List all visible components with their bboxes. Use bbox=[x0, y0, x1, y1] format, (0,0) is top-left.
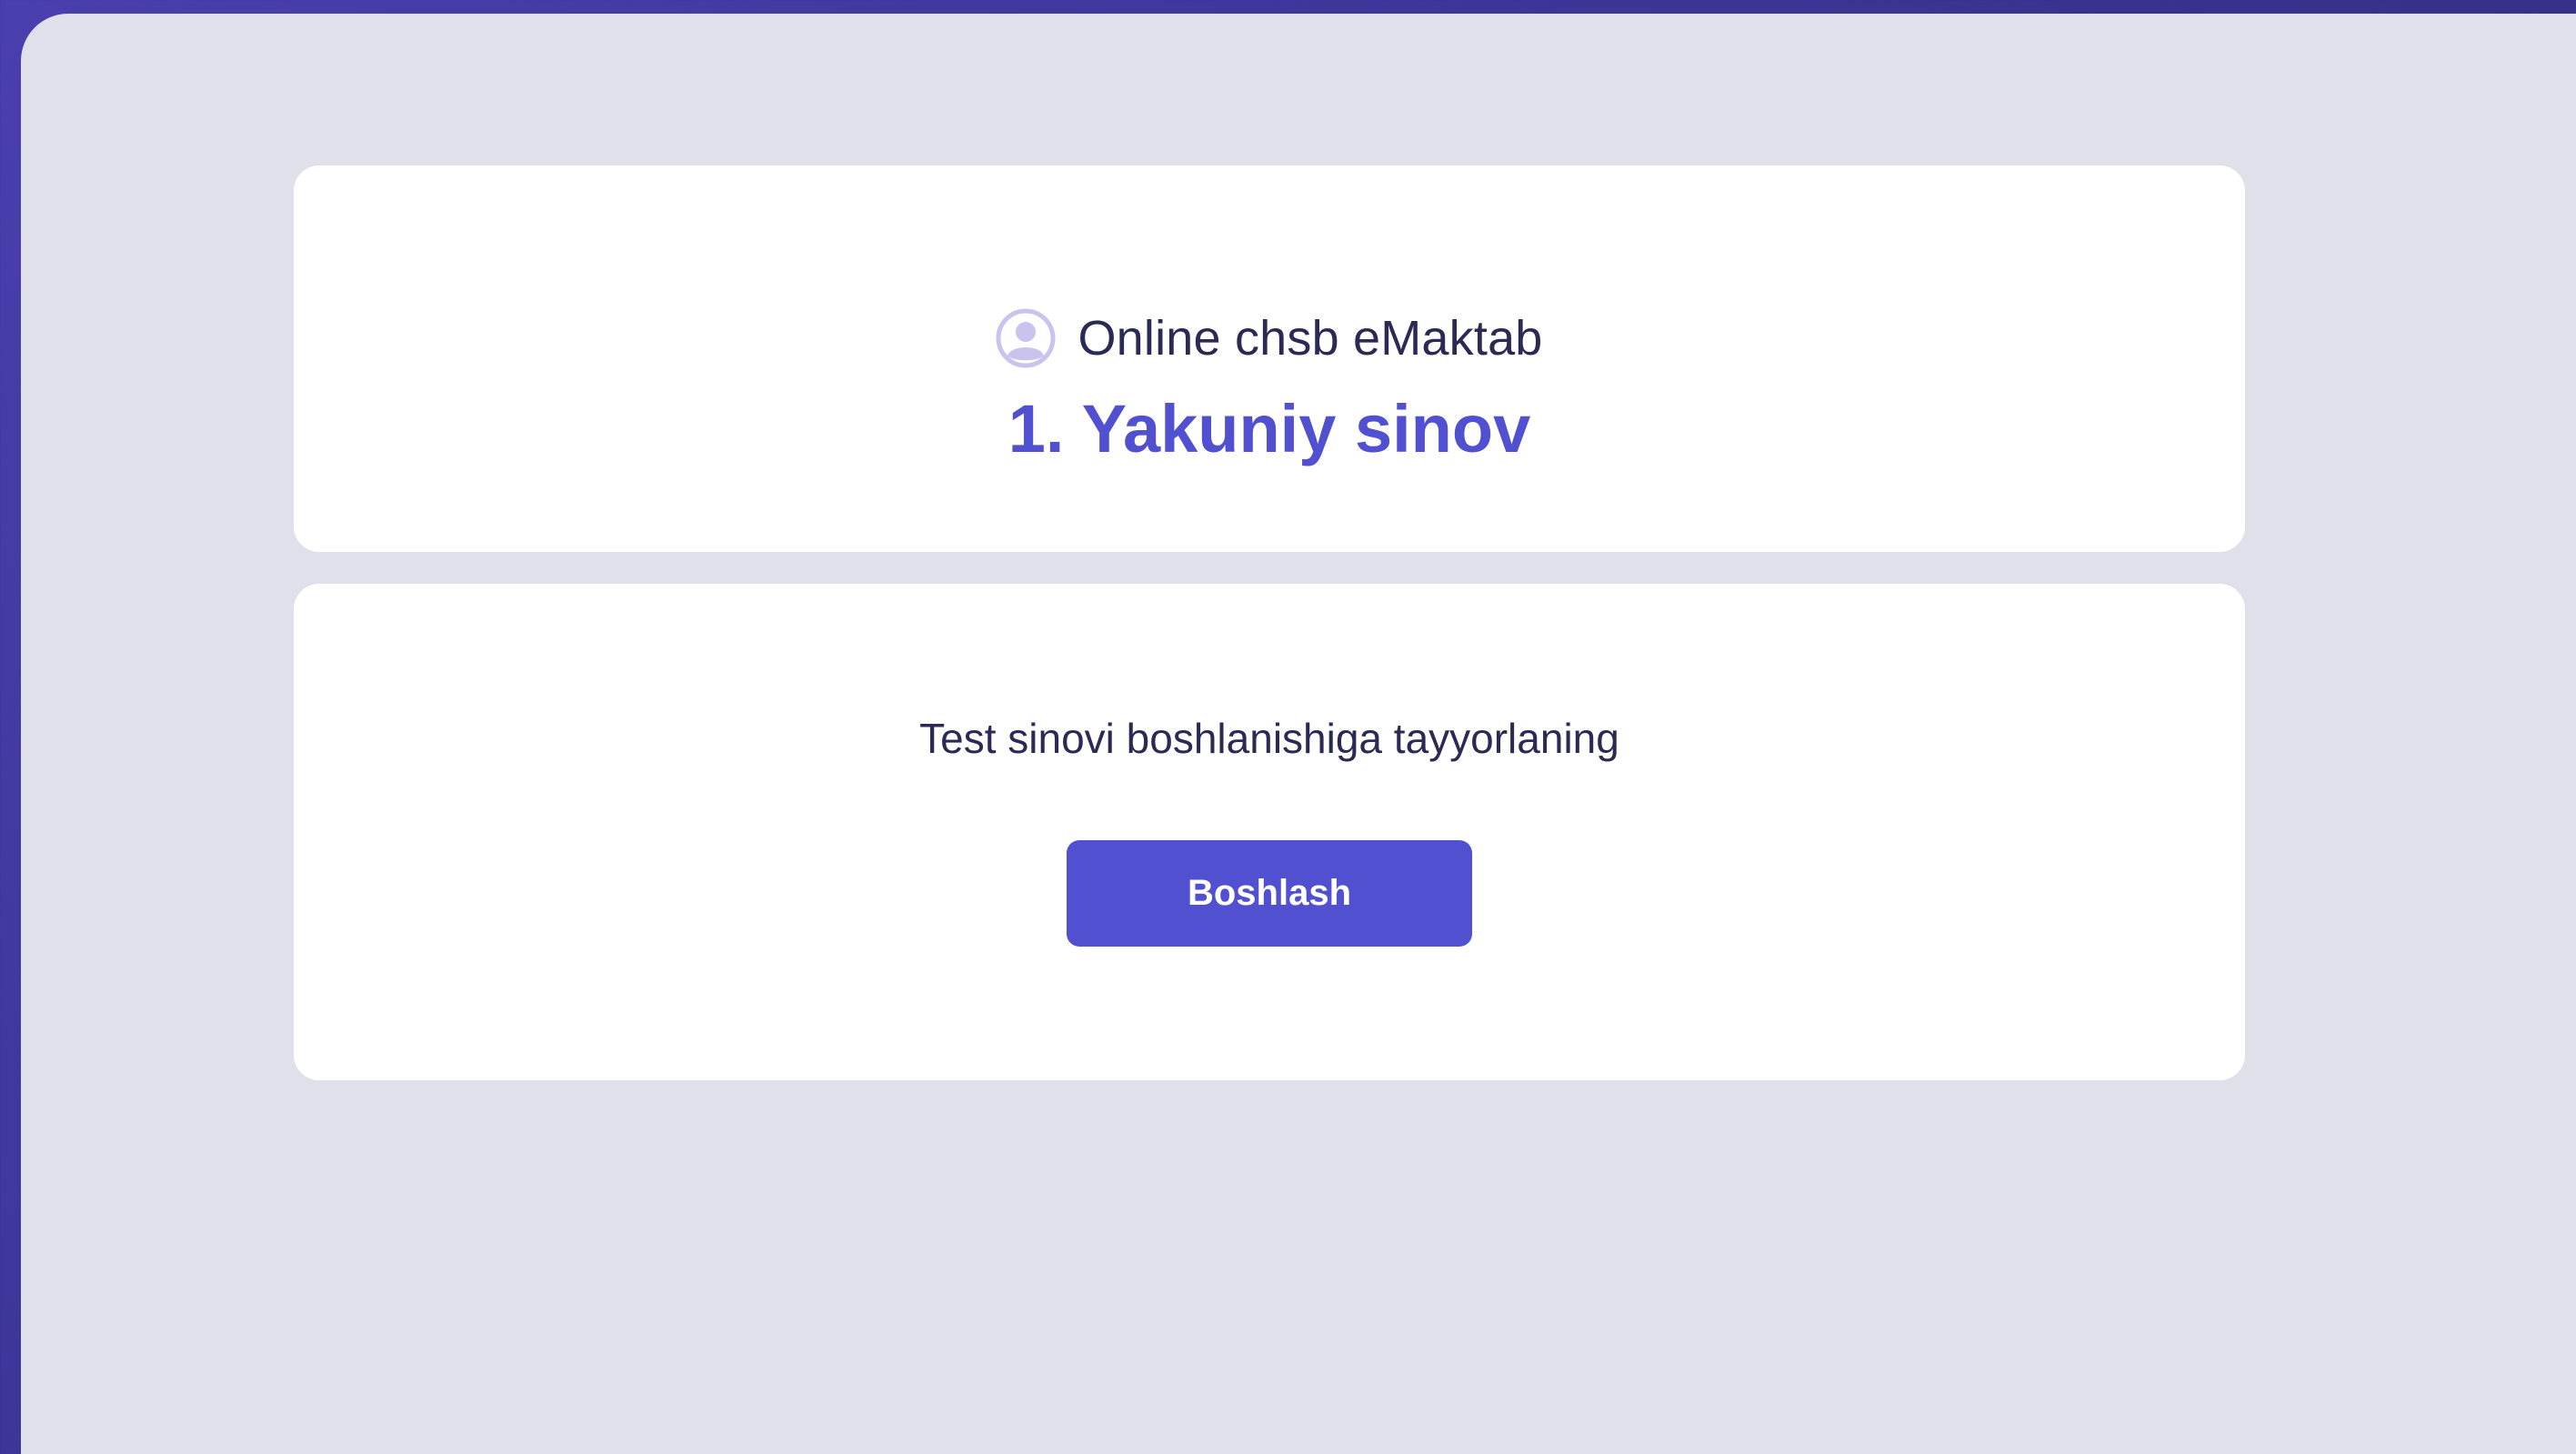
app-window: Online chsb eMaktab 1. Yakuniy sinov Tes… bbox=[21, 14, 2576, 1454]
user-avatar-icon bbox=[996, 308, 1056, 368]
test-header-card: Online chsb eMaktab 1. Yakuniy sinov bbox=[294, 165, 2245, 552]
test-title: 1. Yakuniy sinov bbox=[1007, 391, 1531, 466]
start-test-button[interactable]: Boshlash bbox=[1067, 840, 1472, 947]
prepare-message: Test sinovi boshlanishiga tayyorlaning bbox=[919, 715, 1619, 762]
brand-name: Online chsb eMaktab bbox=[1078, 311, 1543, 366]
brand-row: Online chsb eMaktab bbox=[294, 302, 2245, 375]
test-start-card: Test sinovi boshlanishiga tayyorlaning B… bbox=[294, 584, 2245, 1080]
